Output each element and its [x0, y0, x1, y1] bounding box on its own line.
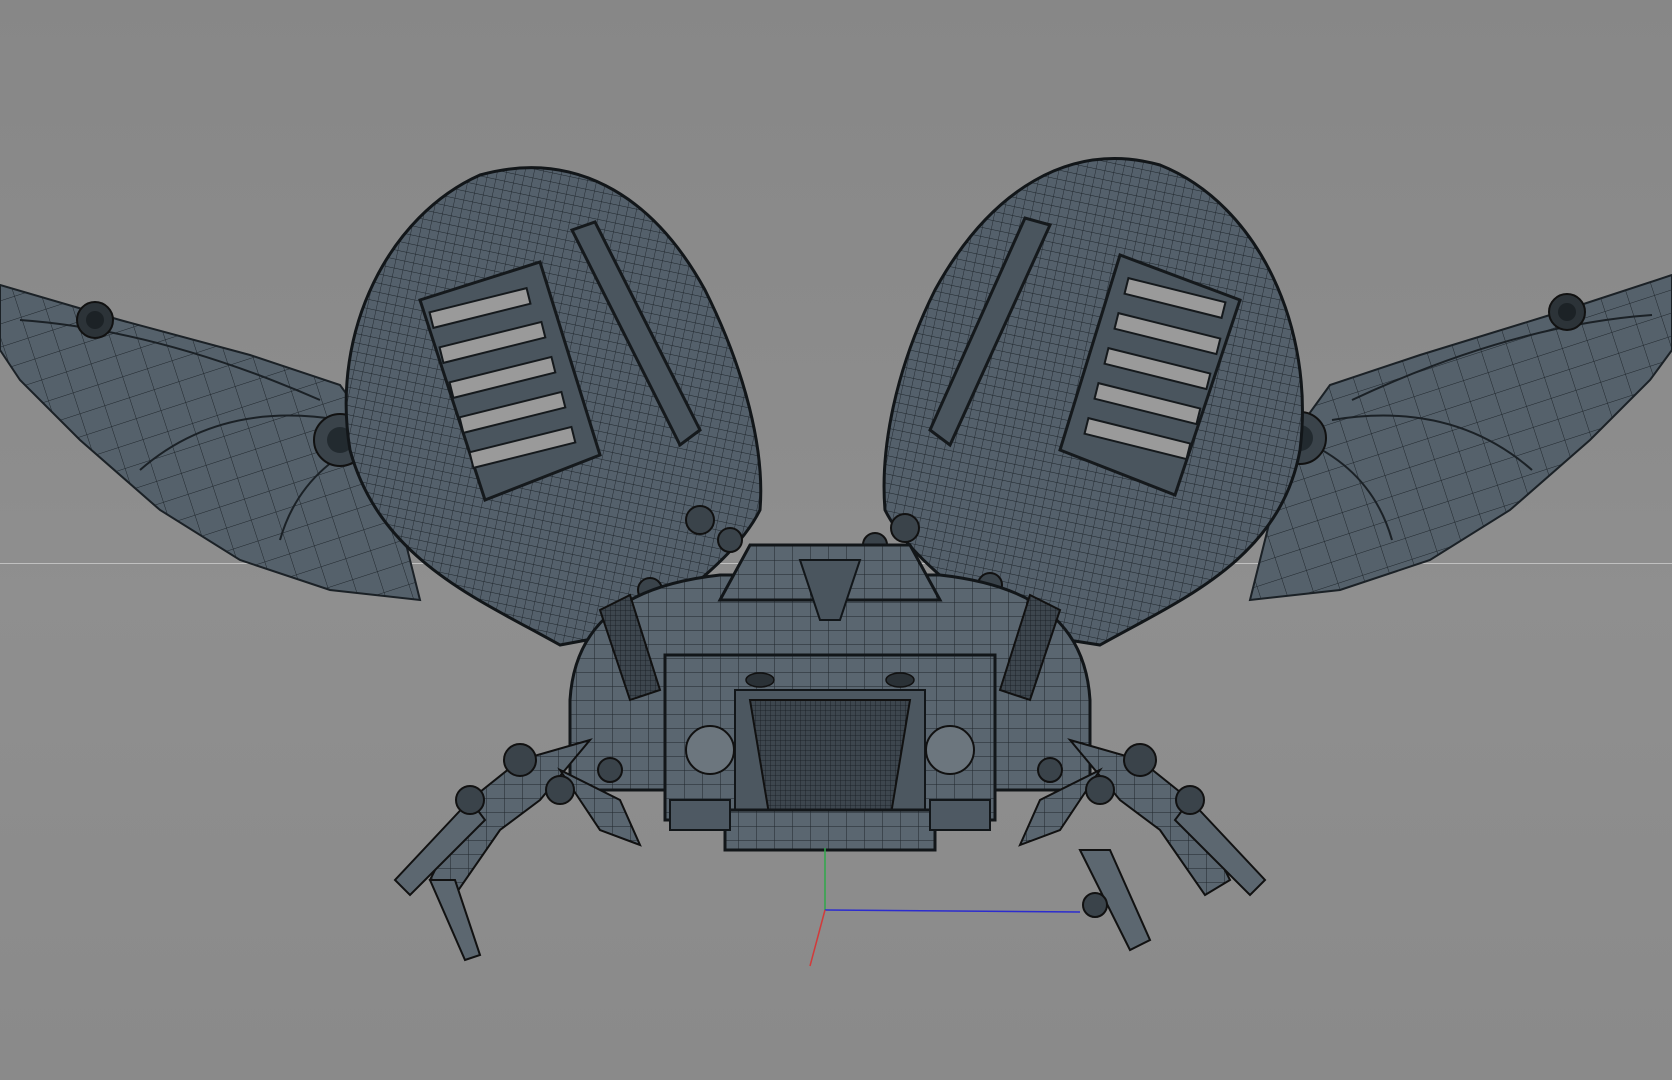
model-render	[0, 157, 1672, 967]
left-legs	[393, 738, 642, 962]
right-legs	[1018, 738, 1267, 952]
beetle-body	[568, 543, 1092, 852]
axis-gizmo	[809, 848, 1081, 967]
right-wing	[1248, 273, 1672, 602]
3d-viewport[interactable]	[0, 0, 1672, 1080]
right-elytron	[882, 157, 1304, 647]
